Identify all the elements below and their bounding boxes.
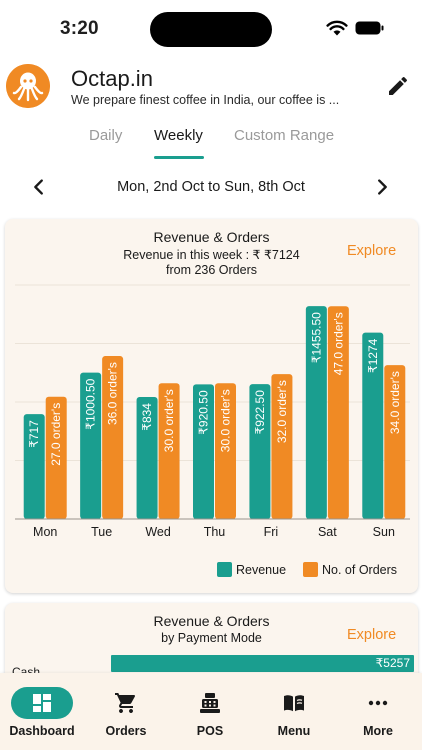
payment-mode-bar: ₹5257 xyxy=(111,655,414,672)
revenue-data-label: ₹834 xyxy=(140,403,154,431)
revenue-data-label: ₹922.50 xyxy=(253,390,267,435)
orders-data-label: 27.0 order's xyxy=(49,403,63,466)
cash-register-icon xyxy=(200,693,220,713)
orders-data-label: 30.0 order's xyxy=(162,389,176,452)
dashboard-icon xyxy=(33,694,51,712)
battery-icon xyxy=(355,21,384,35)
nav-orders[interactable]: Orders xyxy=(84,673,168,750)
status-time: 3:20 xyxy=(60,18,99,39)
tab-daily[interactable]: Daily xyxy=(89,127,122,144)
x-axis-tick-label: Sat xyxy=(318,525,337,539)
nav-label: POS xyxy=(196,724,224,738)
nav-more[interactable]: More xyxy=(336,673,420,750)
nav-label: Dashboard xyxy=(9,724,75,738)
nav-label: More xyxy=(363,724,393,738)
date-range-label: Mon, 2nd Oct to Sun, 8th Oct xyxy=(117,179,305,195)
store-logo-octopus-icon xyxy=(6,64,50,108)
dynamic-island xyxy=(150,12,272,47)
revenue-data-label: ₹717 xyxy=(27,420,41,448)
payment-explore-link[interactable]: Explore xyxy=(347,627,396,643)
orders-data-label: 34.0 order's xyxy=(388,371,402,434)
nav-label: Menu xyxy=(277,724,311,738)
orders-data-label: 47.0 order's xyxy=(331,312,345,375)
book-icon xyxy=(284,695,304,712)
orders-data-label: 36.0 order's xyxy=(106,362,120,425)
revenue-data-label: ₹1000.50 xyxy=(84,378,98,429)
nav-dashboard[interactable]: Dashboard xyxy=(0,673,84,750)
revenue-data-label: ₹1274 xyxy=(366,338,380,373)
revenue-data-label: ₹1455.50 xyxy=(309,312,323,363)
x-axis-tick-label: Fri xyxy=(264,525,279,539)
legend-revenue-swatch xyxy=(217,562,232,577)
cart-icon xyxy=(115,693,136,713)
revenue-orders-bar-chart: ₹717 27.0 order's Mon ₹1000.50 36.0 order's T… xyxy=(15,284,410,539)
tab-weekly[interactable]: Weekly xyxy=(154,127,203,144)
x-axis-tick-label: Wed xyxy=(145,525,171,539)
revenue-data-label: ₹920.50 xyxy=(197,390,211,435)
legend-orders-label: No. of Orders xyxy=(322,563,398,577)
nav-label: Orders xyxy=(105,724,147,738)
legend-orders-swatch xyxy=(303,562,318,577)
pencil-icon[interactable] xyxy=(386,74,410,98)
store-description: We prepare finest coffee in India, our c… xyxy=(71,93,340,107)
x-axis-tick-label: Mon xyxy=(33,525,57,539)
tab-custom-range[interactable]: Custom Range xyxy=(234,127,334,144)
dashboard-screen: 3:20 Octap.in We prepare finest coffee i… xyxy=(0,0,422,750)
legend-revenue-label: Revenue xyxy=(236,563,287,577)
bottom-navigation: Dashboard Orders POS Menu More xyxy=(0,673,422,750)
x-axis-tick-label: Tue xyxy=(91,525,112,539)
selected-tab-indicator xyxy=(154,156,204,159)
status-bar: 3:20 xyxy=(0,0,422,56)
orders-data-label: 32.0 order's xyxy=(275,380,289,443)
orders-data-label: 30.0 order's xyxy=(219,389,233,452)
store-name: Octap.in xyxy=(71,66,153,91)
chevron-right-icon[interactable] xyxy=(371,176,393,198)
x-axis-tick-label: Thu xyxy=(204,525,226,539)
nav-menu[interactable]: Menu xyxy=(252,673,336,750)
wifi-icon xyxy=(326,20,348,36)
revenue-orders-card: Revenue & Orders Revenue in this week : … xyxy=(5,219,418,593)
x-axis-tick-label: Sun xyxy=(373,525,395,539)
more-dots-icon xyxy=(368,700,388,706)
nav-pos[interactable]: POS xyxy=(168,673,252,750)
payment-mode-value: ₹5257 xyxy=(375,656,410,670)
